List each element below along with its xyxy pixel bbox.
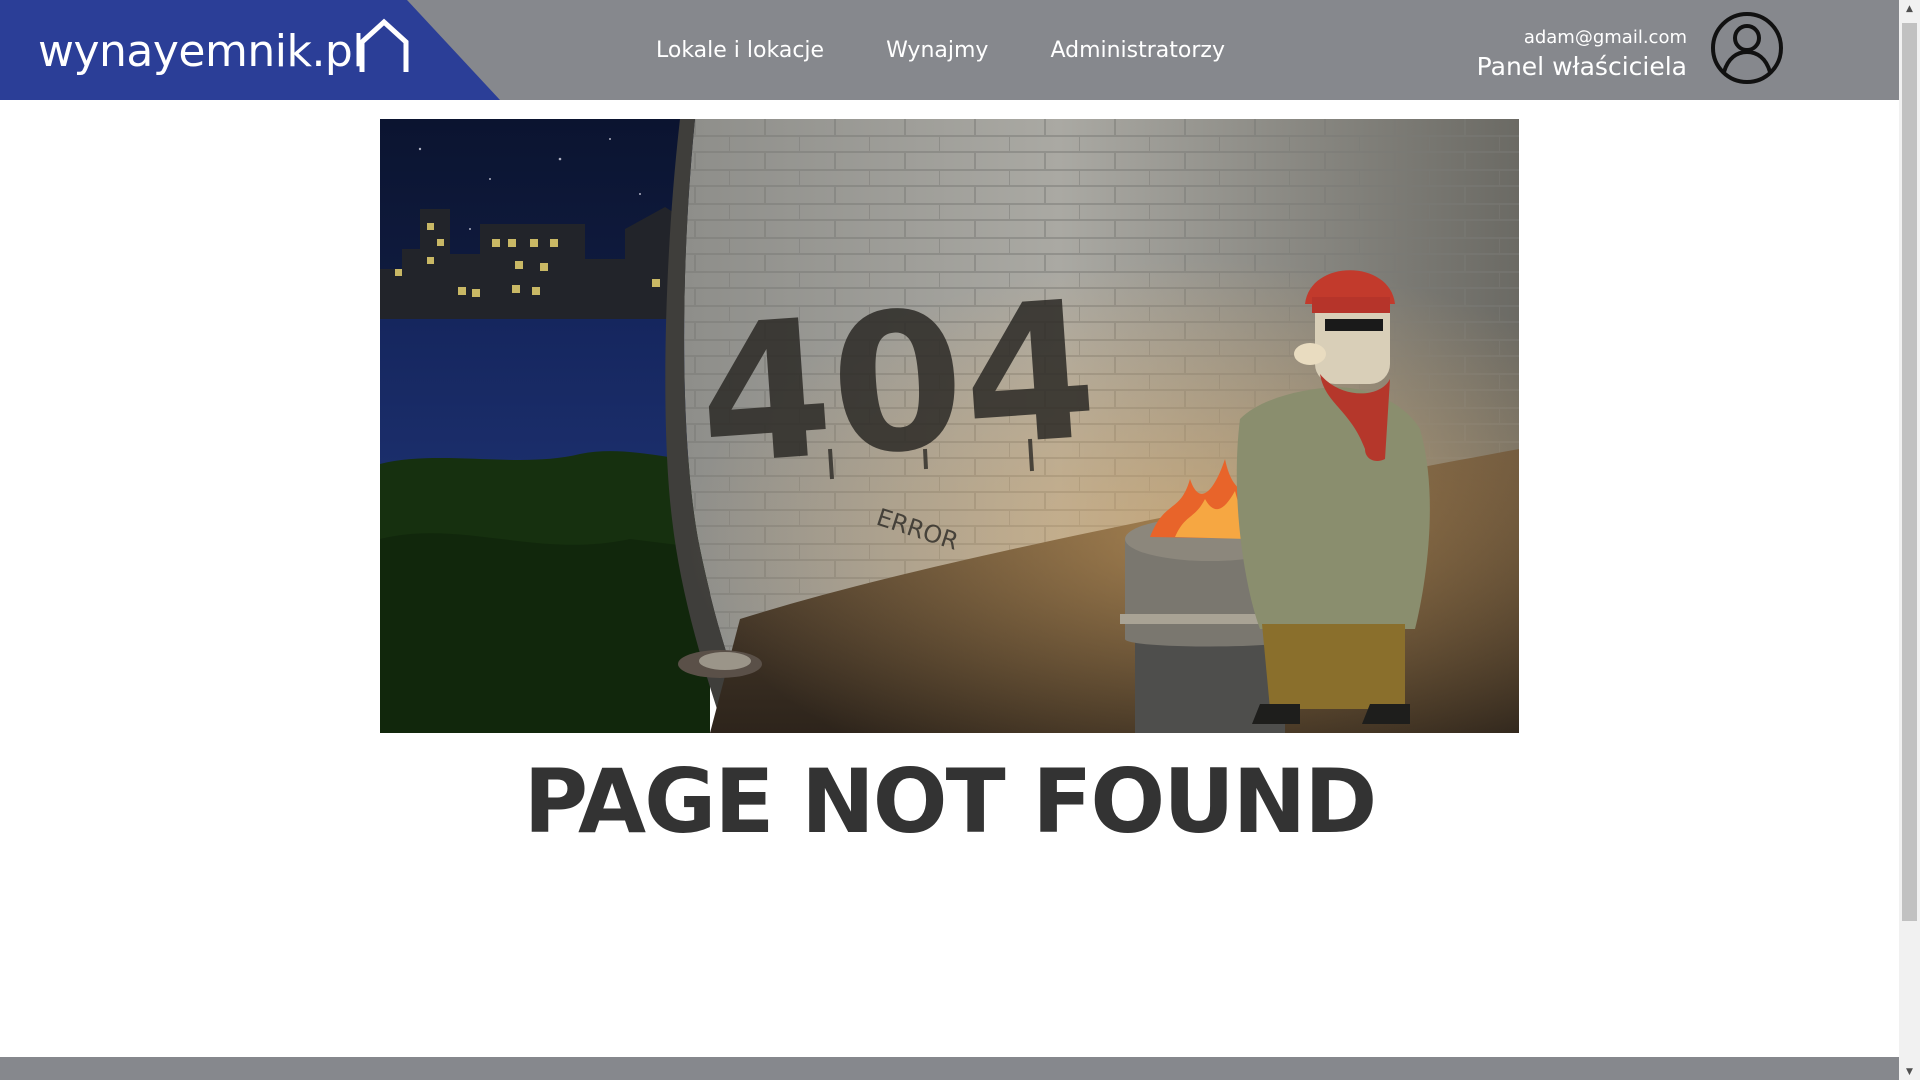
account-email: adam@gmail.com [1523, 27, 1687, 48]
scroll-thumb[interactable] [1902, 23, 1917, 921]
page-scrollbar[interactable]: ▲ ▼ [1899, 0, 1920, 1080]
graffiti-404: 404 [692, 260, 1103, 508]
account-info[interactable]: adam@gmail.com Panel właściciela [1477, 26, 1687, 84]
page-not-found-title: PAGE NOT FOUND [523, 750, 1378, 853]
main-nav: Lokale i lokacje Wynajmy Administratorzy [656, 34, 1287, 68]
scroll-down-arrow-icon[interactable]: ▼ [1899, 1063, 1920, 1080]
not-found-illustration: 404 ERROR [380, 119, 1519, 733]
house-icon [359, 18, 409, 72]
nav-item-wynajmy[interactable]: Wynajmy [886, 34, 988, 68]
footer-bar [0, 1057, 1899, 1080]
top-navbar: wynayemnik.pl Lokale i lokacje Wynajmy A… [0, 0, 1899, 100]
user-avatar-icon[interactable] [1710, 11, 1784, 85]
nav-item-lokale[interactable]: Lokale i lokacje [656, 34, 824, 68]
owner-panel-link[interactable]: Panel właściciela [1477, 50, 1687, 84]
logo-text: wynayemnik.pl [38, 26, 365, 77]
site-logo[interactable]: wynayemnik.pl [38, 18, 412, 84]
scroll-up-arrow-icon[interactable]: ▲ [1899, 0, 1920, 17]
nav-item-administratorzy[interactable]: Administratorzy [1050, 34, 1225, 68]
